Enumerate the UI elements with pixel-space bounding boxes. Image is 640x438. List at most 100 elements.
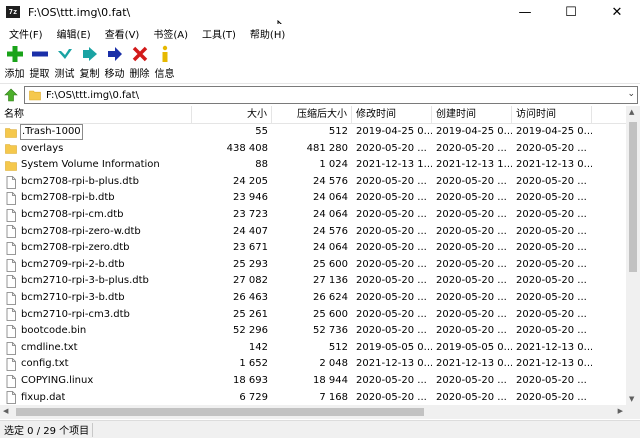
accessed-cell: 2020-05-20 ... — [516, 142, 587, 154]
name-cell: cmdline.txt — [0, 340, 192, 357]
copy-button[interactable]: 复制 — [77, 42, 102, 80]
column-created[interactable]: 创建时间 — [432, 106, 512, 124]
scrollbar-corner — [626, 405, 640, 419]
address-input[interactable]: F:\OS\ttt.img\0.fat\ ⌄ — [24, 86, 638, 104]
up-arrow-icon — [4, 88, 18, 101]
name-cell: bcm2708-rpi-b-plus.dtb — [0, 174, 192, 191]
packed-size-cell: 24 064 — [313, 242, 348, 254]
file-row[interactable]: bcm2710-rpi-3-b.dtb 26 463 26 624 2020-05-2… — [0, 290, 626, 307]
file-row[interactable]: bcm2708-rpi-zero-w.dtb 24 407 24 576 2020-0… — [0, 224, 626, 241]
file-row[interactable]: cmdline.txt 142 512 2019-05-05 0... 2019-05-… — [0, 340, 626, 357]
file-row[interactable]: bcm2710-rpi-cm3.dtb 25 261 25 600 2020-05-2… — [0, 307, 626, 324]
move-label: 移动 — [104, 69, 125, 80]
menu-view[interactable]: 查看(V) — [98, 26, 147, 41]
info-icon — [154, 44, 176, 64]
file-rows: .Trash-1000 55 512 2019-04-25 0... 2019-04-2… — [0, 124, 626, 405]
created-cell: 2020-05-20 ... — [436, 308, 507, 320]
info-button[interactable]: 信息 — [152, 42, 177, 80]
modified-cell: 2020-05-20 ... — [356, 308, 427, 320]
file-row[interactable]: config.txt 1 652 2 048 2021-12-13 0... 2021-… — [0, 356, 626, 373]
address-path: F:\OS\ttt.img\0.fat\ — [46, 89, 139, 101]
accessed-cell: 2020-05-20 ... — [516, 374, 587, 386]
menu-edit[interactable]: 编辑(E) — [50, 26, 98, 41]
size-cell: 88 — [255, 159, 268, 171]
file-row[interactable]: bcm2708-rpi-b.dtb 23 946 24 064 2020-05-20 … — [0, 190, 626, 207]
file-icon — [6, 208, 16, 222]
modified-cell: 2021-12-13 0... — [356, 358, 432, 370]
arrow-right-icon — [104, 44, 126, 64]
size-cell: 24 205 — [233, 175, 268, 187]
file-icon — [6, 341, 16, 355]
column-name[interactable]: 名称 — [0, 106, 192, 124]
created-cell: 2020-05-20 ... — [436, 291, 507, 303]
file-row[interactable]: bcm2708-rpi-cm.dtb 23 723 24 064 2020-05-20… — [0, 207, 626, 224]
delete-button[interactable]: 删除 — [127, 42, 152, 80]
size-cell: 25 293 — [233, 258, 268, 270]
horizontal-scrollbar[interactable]: ◀ ▶ — [0, 405, 626, 419]
name-cell: bcm2708-rpi-zero-w.dtb — [0, 224, 192, 241]
size-cell: 27 082 — [233, 275, 268, 287]
extract-button[interactable]: 提取 — [27, 42, 52, 80]
accessed-cell: 2020-05-20 ... — [516, 225, 587, 237]
folder-icon — [5, 144, 17, 155]
address-bar: F:\OS\ttt.img\0.fat\ ⌄ — [0, 83, 640, 105]
move-button[interactable]: 移动 — [102, 42, 127, 80]
file-name: fixup.dat — [21, 391, 66, 403]
file-row[interactable]: overlays 438 408 481 280 2020-05-20 ... 2020… — [0, 141, 626, 158]
scroll-left-icon[interactable]: ◀ — [3, 407, 8, 415]
menu-file[interactable]: 文件(F) — [2, 26, 50, 41]
name-cell: System Volume Information — [0, 157, 192, 174]
column-modified[interactable]: 修改时间 — [352, 106, 432, 124]
file-row[interactable]: bcm2709-rpi-2-b.dtb 25 293 25 600 2020-05-2… — [0, 257, 626, 274]
packed-size-cell: 27 136 — [313, 275, 348, 287]
vertical-scroll-thumb[interactable] — [629, 122, 637, 272]
file-row[interactable]: bcm2708-rpi-b-plus.dtb 24 205 24 576 2020-0… — [0, 174, 626, 191]
scroll-down-icon[interactable]: ▼ — [629, 395, 634, 403]
add-button[interactable]: 添加 — [2, 42, 27, 80]
menu-tools[interactable]: 工具(T) — [195, 26, 243, 41]
name-cell: bcm2708-rpi-cm.dtb — [0, 207, 192, 224]
file-name: bcm2708-rpi-b.dtb — [21, 192, 115, 204]
status-divider — [92, 423, 93, 437]
file-name: .Trash-1000 — [20, 124, 83, 141]
file-row[interactable]: fixup.dat 6 729 7 168 2020-05-20 ... 2020-05… — [0, 390, 626, 406]
file-name: bcm2710-rpi-3-b-plus.dtb — [21, 275, 149, 287]
file-row[interactable]: COPYING.linux 18 693 18 944 2020-05-20 ... 2… — [0, 373, 626, 390]
file-row[interactable]: bootcode.bin 52 296 52 736 2020-05-20 ... 20… — [0, 323, 626, 340]
scroll-up-icon[interactable]: ▲ — [629, 108, 634, 116]
modified-cell: 2020-05-20 ... — [356, 325, 427, 337]
x-icon — [129, 44, 151, 64]
maximize-button[interactable]: ☐ — [548, 0, 594, 24]
horizontal-scroll-thumb[interactable] — [16, 408, 424, 416]
menu-bookmarks[interactable]: 书签(A) — [146, 26, 195, 41]
scroll-right-icon[interactable]: ▶ — [618, 407, 623, 415]
minimize-button[interactable]: — — [502, 0, 548, 24]
created-cell: 2020-05-20 ... — [436, 175, 507, 187]
name-cell: config.txt — [0, 356, 192, 373]
up-folder-button[interactable] — [2, 86, 20, 104]
packed-size-cell: 512 — [328, 341, 348, 353]
name-cell: bcm2708-rpi-zero.dtb — [0, 240, 192, 257]
column-size[interactable]: 大小 — [192, 106, 272, 124]
test-button[interactable]: 测试 — [52, 42, 77, 80]
test-label: 测试 — [54, 69, 75, 80]
menu-help[interactable]: 帮助(H) — [243, 26, 292, 41]
vertical-scrollbar[interactable]: ▲ ▼ — [626, 106, 640, 405]
file-row[interactable]: .Trash-1000 55 512 2019-04-25 0... 2019-04-2… — [0, 124, 626, 141]
file-row[interactable]: bcm2710-rpi-3-b-plus.dtb 27 082 27 136 2020… — [0, 273, 626, 290]
extract-label: 提取 — [29, 69, 50, 80]
column-accessed[interactable]: 访问时间 — [512, 106, 592, 124]
close-button[interactable]: ✕ — [594, 0, 640, 24]
size-cell: 6 729 — [239, 391, 268, 403]
file-row[interactable]: bcm2708-rpi-zero.dtb 23 671 24 064 2020-05-… — [0, 240, 626, 257]
accessed-cell: 2020-05-20 ... — [516, 258, 587, 270]
name-cell: bcm2709-rpi-2-b.dtb — [0, 257, 192, 274]
file-icon — [6, 275, 16, 289]
name-cell: .Trash-1000 — [0, 124, 192, 141]
chevron-down-icon[interactable]: ⌄ — [627, 89, 635, 99]
column-packed-size[interactable]: 压缩后大小 — [272, 106, 352, 124]
column-header-row: 名称 大小 压缩后大小 修改时间 创建时间 访问时间 — [0, 106, 626, 124]
file-row[interactable]: System Volume Information 88 1 024 2021-12-… — [0, 157, 626, 174]
created-cell: 2020-05-20 ... — [436, 208, 507, 220]
accessed-cell: 2020-05-20 ... — [516, 391, 587, 403]
